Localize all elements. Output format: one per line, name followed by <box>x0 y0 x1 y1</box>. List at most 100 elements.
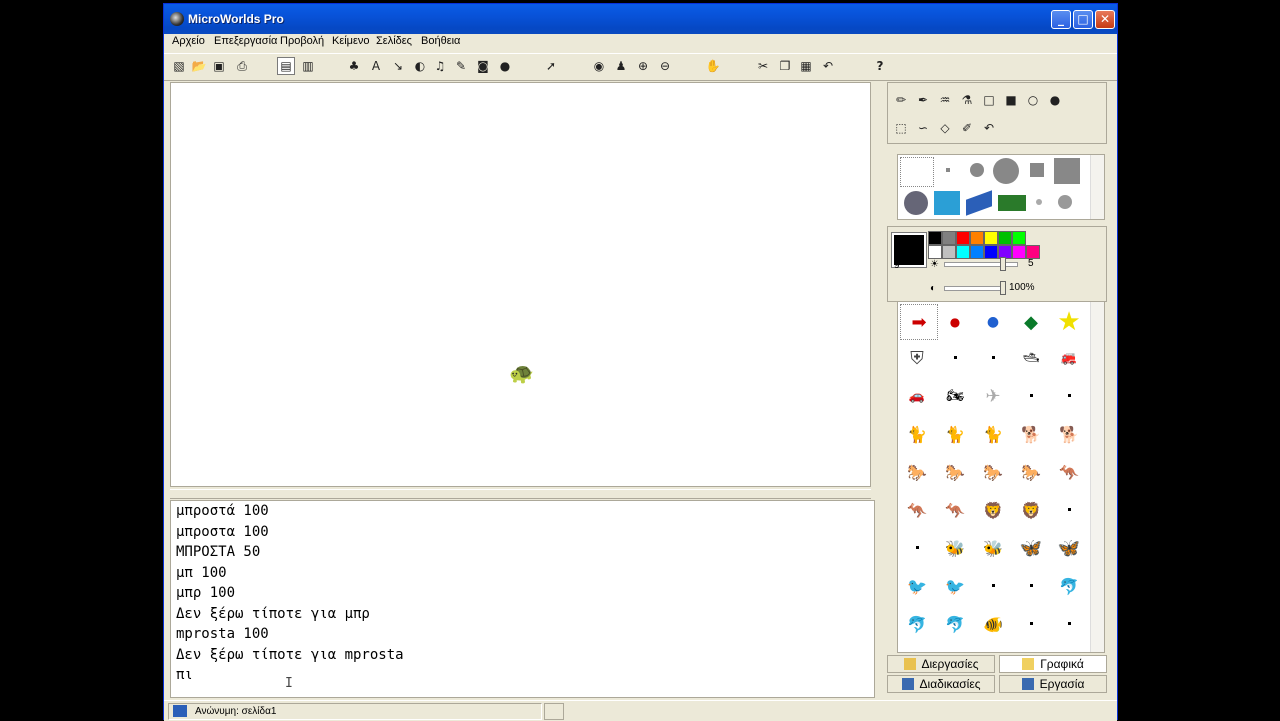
brush-texture-4[interactable] <box>998 195 1026 211</box>
title-bar[interactable]: MicroWorlds Pro _ □ ✕ <box>164 4 1117 34</box>
lion-2-icon[interactable]: 🦁 <box>1012 492 1050 528</box>
paste-icon[interactable]: ▦ <box>797 57 815 75</box>
brush-small-square[interactable] <box>1030 163 1044 177</box>
menu-pages[interactable]: Σελίδες <box>376 35 412 47</box>
help-icon[interactable]: ? <box>871 57 889 75</box>
color-swatch[interactable] <box>970 245 984 259</box>
cat-3-icon[interactable]: 🐈 <box>974 416 1012 452</box>
splitter[interactable] <box>170 489 871 499</box>
eyedropper-icon[interactable]: ✐ <box>958 119 976 137</box>
color-swatch[interactable] <box>942 231 956 245</box>
kangaroo-3-icon[interactable]: 🦘 <box>936 492 974 528</box>
dolphin-3-icon[interactable]: 🐬 <box>936 606 974 642</box>
menu-help[interactable]: Βοήθεια <box>421 35 460 47</box>
color-swatch[interactable] <box>970 231 984 245</box>
bee-2-icon[interactable]: 🐝 <box>974 530 1012 566</box>
brush-soft-large[interactable] <box>1058 195 1072 209</box>
color-swatch[interactable] <box>928 245 942 259</box>
brush-large-square[interactable] <box>1054 158 1080 184</box>
color-swatch[interactable] <box>956 245 970 259</box>
command-input-line[interactable]: πι <box>171 665 874 686</box>
eraser-icon[interactable]: ◇ <box>936 119 954 137</box>
color-swatch[interactable] <box>1026 245 1040 259</box>
open-icon[interactable]: 📂 <box>190 57 208 75</box>
color-swatch[interactable] <box>928 231 942 245</box>
cut-icon[interactable]: ✂ <box>754 57 772 75</box>
dalmatian-1-icon[interactable]: 🐕 <box>1012 416 1050 452</box>
zoom-in-icon[interactable]: ⊕ <box>634 57 652 75</box>
globe-icon[interactable]: ● <box>496 57 514 75</box>
stop-icon[interactable]: ✋ <box>704 57 722 75</box>
hummingbird-2-icon[interactable]: 🐦 <box>936 568 974 604</box>
blue-ball-icon[interactable]: ● <box>974 304 1012 340</box>
brush-texture-2[interactable] <box>934 191 960 215</box>
horse-1-icon[interactable]: 🐎 <box>898 454 936 490</box>
eye-icon[interactable]: ◉ <box>590 57 608 75</box>
cat-2-icon[interactable]: 🐈 <box>936 416 974 452</box>
pointer-icon[interactable]: ➚ <box>542 57 560 75</box>
brush-tiny[interactable] <box>946 168 950 172</box>
airplane-icon[interactable]: ✈ <box>974 378 1012 414</box>
circle-icon[interactable]: ○ <box>1024 91 1042 109</box>
tab-project[interactable]: Εργασία <box>999 675 1107 693</box>
video-icon[interactable]: ◙ <box>474 57 492 75</box>
music-icon[interactable]: ♫ <box>431 57 449 75</box>
brightness-slider[interactable] <box>944 262 1018 267</box>
brush-texture-1[interactable] <box>904 191 928 215</box>
menu-file[interactable]: Αρχείο <box>172 35 205 47</box>
stamp-icon[interactable]: ♟ <box>612 57 630 75</box>
gallery-scrollbar[interactable] <box>1090 302 1104 652</box>
menu-view[interactable]: Προβολή <box>280 35 324 47</box>
minimize-button[interactable]: _ <box>1051 10 1071 29</box>
lion-1-icon[interactable]: 🦁 <box>974 492 1012 528</box>
cat-1-icon[interactable]: 🐈 <box>898 416 936 452</box>
menu-edit[interactable]: Επεξεργασία <box>214 35 277 47</box>
menu-text[interactable]: Κείμενο <box>332 35 370 47</box>
full-screen-icon[interactable]: ▤ <box>277 57 295 75</box>
brightness-slider-thumb[interactable] <box>1000 257 1006 271</box>
bee-1-icon[interactable]: 🐝 <box>936 530 974 566</box>
dalmatian-2-icon[interactable]: 🐕 <box>1050 416 1088 452</box>
brush-small-round[interactable] <box>970 163 984 177</box>
arrow-shape-icon[interactable]: ➡ <box>900 304 938 340</box>
tab-processes[interactable]: Διεργασίες <box>887 655 995 673</box>
fire-truck-icon[interactable]: 🚒 <box>1050 340 1088 376</box>
dolphin-1-icon[interactable]: 🐬 <box>1050 568 1088 604</box>
butterfly-2-icon[interactable]: 🦋 <box>1050 530 1088 566</box>
color-swatch[interactable] <box>956 231 970 245</box>
fill-icon[interactable]: ♒ <box>936 91 954 109</box>
undo-paint-icon[interactable]: ↶ <box>980 119 998 137</box>
maximize-button[interactable]: □ <box>1073 10 1093 29</box>
horse-4-icon[interactable]: 🐎 <box>1012 454 1050 490</box>
command-center[interactable]: μπροστά 100 μπροστα 100 ΜΠΡΟΣΤΑ 50 μπ 10… <box>170 500 875 698</box>
kangaroo-1-icon[interactable]: 🦘 <box>1050 454 1088 490</box>
lasso-icon[interactable]: ∽ <box>914 119 932 137</box>
color-swatch[interactable] <box>984 231 998 245</box>
slider-tool-icon[interactable]: ◐ <box>411 57 429 75</box>
transparency-slider-thumb[interactable] <box>1000 281 1006 295</box>
button-tool-icon[interactable]: ↘ <box>389 57 407 75</box>
close-button[interactable]: ✕ <box>1095 10 1115 29</box>
brush-empty[interactable] <box>900 157 934 187</box>
select-icon[interactable]: ⬚ <box>892 119 910 137</box>
jet-ski-icon[interactable]: 🛥 <box>1012 340 1050 376</box>
save-icon[interactable]: ▣ <box>210 57 228 75</box>
brush-texture-3[interactable] <box>966 190 992 216</box>
lcsi-badge-icon[interactable]: ⛨ <box>898 340 936 376</box>
new-project-icon[interactable]: ▧ <box>170 57 188 75</box>
spray-icon[interactable]: ⚗ <box>958 91 976 109</box>
dolphin-2-icon[interactable]: 🐬 <box>898 606 936 642</box>
print-icon[interactable]: ⎙ <box>233 57 251 75</box>
copy-icon[interactable]: ❐ <box>776 57 794 75</box>
tab-procedures[interactable]: Διαδικασίες <box>887 675 995 693</box>
star-icon[interactable]: ★ <box>1050 304 1088 340</box>
turtle-icon[interactable]: 🐢 <box>509 363 534 383</box>
red-gem-icon[interactable]: ● <box>936 304 974 340</box>
presentation-icon[interactable]: ▥ <box>299 57 317 75</box>
notes-icon[interactable] <box>544 703 564 720</box>
kangaroo-2-icon[interactable]: 🦘 <box>898 492 936 528</box>
record-icon[interactable]: ✎ <box>452 57 470 75</box>
zoom-out-icon[interactable]: ⊖ <box>656 57 674 75</box>
color-swatch[interactable] <box>984 245 998 259</box>
hummingbird-1-icon[interactable]: 🐦 <box>898 568 936 604</box>
